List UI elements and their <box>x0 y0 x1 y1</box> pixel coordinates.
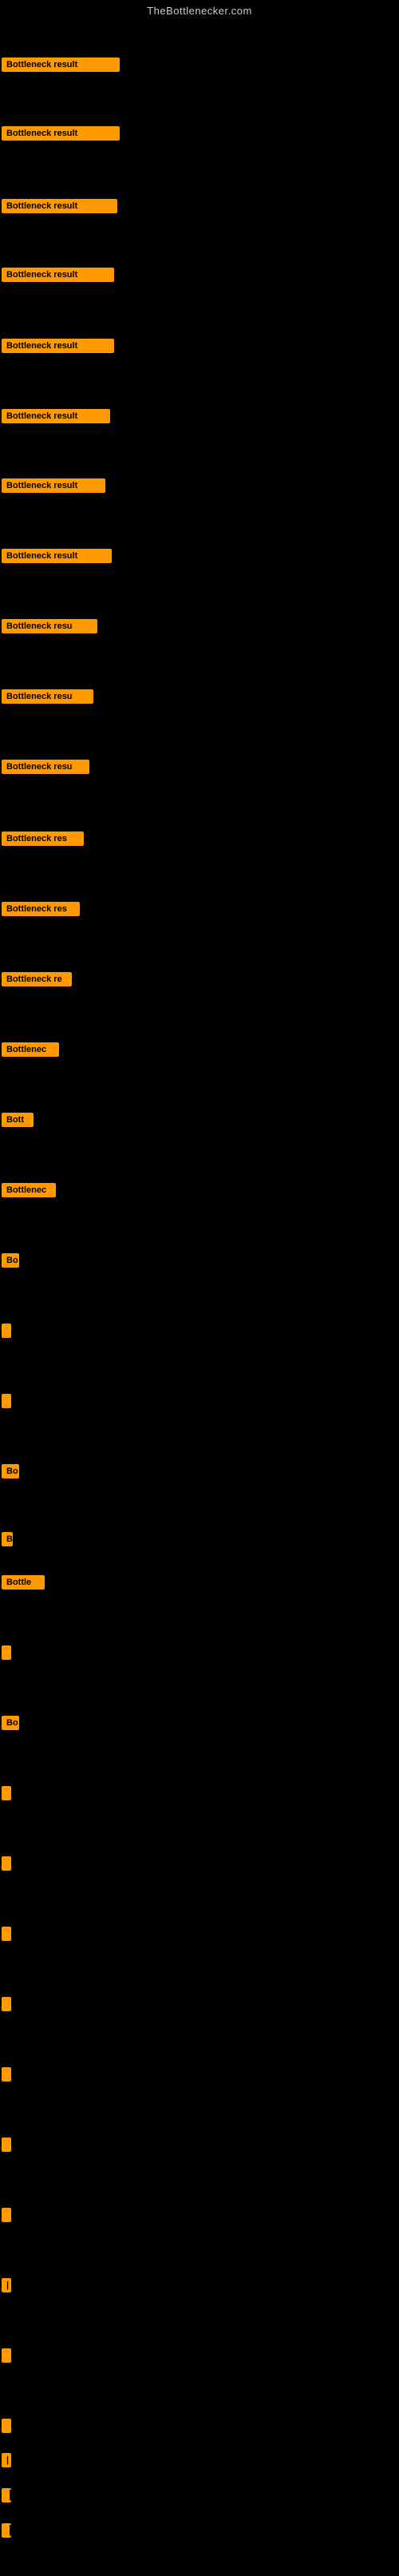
bottleneck-result-button[interactable] <box>2 1786 11 1800</box>
bottleneck-result-button[interactable]: ▐ <box>2 2523 11 2538</box>
bottleneck-result-button[interactable]: Bottleneck result <box>2 199 117 213</box>
bottleneck-result-button[interactable]: ▐ <box>2 2488 11 2503</box>
bottleneck-result-button[interactable]: Bottleneck result <box>2 126 120 141</box>
bottleneck-result-button[interactable]: Bottleneck resu <box>2 760 89 774</box>
bottleneck-result-button[interactable]: Bottlenec <box>2 1042 59 1057</box>
bottleneck-result-button[interactable]: Bottleneck res <box>2 902 80 916</box>
bottleneck-result-button[interactable] <box>2 1997 11 2011</box>
bottleneck-result-button[interactable]: Bottle <box>2 1575 45 1590</box>
bottleneck-result-button[interactable]: Bottleneck resu <box>2 689 93 704</box>
buttons-container: Bottleneck result Bottleneck result Bottle… <box>0 20 399 2576</box>
bottleneck-result-button[interactable]: Bottlenec <box>2 1183 56 1197</box>
bottleneck-result-button[interactable]: | <box>2 2453 11 2467</box>
site-title: TheBottlenecker.com <box>0 0 399 20</box>
bottleneck-result-button[interactable]: Bottleneck result <box>2 409 110 423</box>
bottleneck-result-button[interactable]: Bottleneck re <box>2 972 72 986</box>
bottleneck-result-button[interactable]: Bottleneck result <box>2 268 114 282</box>
bottleneck-result-button[interactable]: B <box>2 1532 13 1546</box>
bottleneck-result-button[interactable]: Bo <box>2 1253 19 1268</box>
bottleneck-result-button[interactable] <box>2 2208 11 2222</box>
bottleneck-result-button[interactable]: Bottleneck result <box>2 58 120 72</box>
bottleneck-result-button[interactable] <box>2 2137 11 2152</box>
bottleneck-result-button[interactable]: Bottleneck resu <box>2 619 97 633</box>
bottleneck-result-button[interactable] <box>2 1394 11 1408</box>
bottleneck-result-button[interactable] <box>2 2419 11 2433</box>
bottleneck-result-button[interactable] <box>2 2067 11 2082</box>
bottleneck-result-button[interactable] <box>2 1645 11 1660</box>
bottleneck-result-button[interactable] <box>2 1324 11 1338</box>
bottleneck-result-button[interactable]: Bottleneck result <box>2 339 114 353</box>
bottleneck-result-button[interactable]: Bottleneck res <box>2 832 84 846</box>
bottleneck-result-button[interactable]: Bott <box>2 1113 34 1127</box>
bottleneck-result-button[interactable]: Bo <box>2 1716 19 1730</box>
bottleneck-result-button[interactable]: Bottleneck result <box>2 478 105 493</box>
bottleneck-result-button[interactable] <box>2 1856 11 1871</box>
bottleneck-result-button[interactable] <box>2 1927 11 1941</box>
bottleneck-result-button[interactable] <box>2 2348 11 2363</box>
bottleneck-result-button[interactable]: Bo <box>2 1464 19 1479</box>
bottleneck-result-button[interactable]: Bottleneck result <box>2 549 112 563</box>
bottleneck-result-button[interactable]: | <box>2 2278 11 2292</box>
